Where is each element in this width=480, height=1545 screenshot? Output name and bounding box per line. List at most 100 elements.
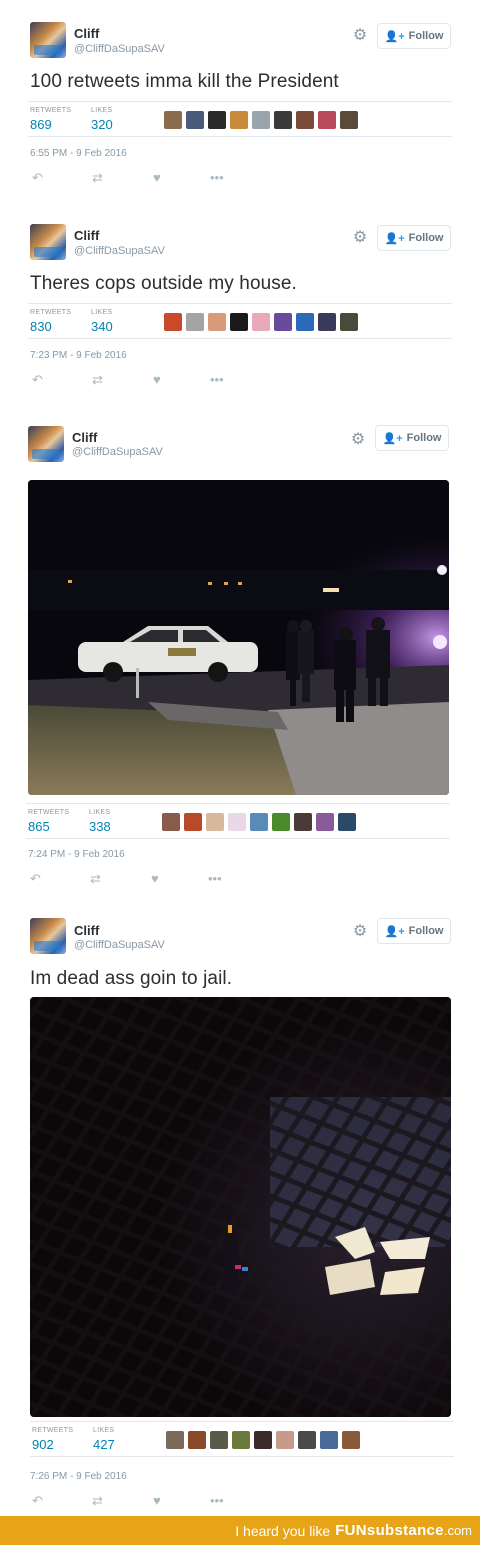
tweet-photo[interactable] [30,997,451,1417]
tweet-timestamp[interactable]: 6:55 PM - 9 Feb 2016 [30,148,127,159]
follow-button[interactable]: 👤+ Follow [377,23,451,49]
liker-avatar[interactable] [186,313,204,331]
tweet-photo[interactable] [28,480,449,795]
liker-avatar[interactable] [166,1431,184,1449]
watermark-bar: I heard you like FUNsubstance .com [0,1516,480,1545]
username[interactable]: @CliffDaSupaSAV [72,446,163,458]
liker-avatar[interactable] [164,313,182,331]
liker-avatar[interactable] [340,313,358,331]
retweet-icon[interactable]: ⇄ [92,171,103,185]
gear-icon[interactable]: ⚙ [352,230,368,246]
follow-button[interactable]: 👤+ Follow [375,425,449,451]
display-name[interactable]: Cliff [74,26,99,41]
likes-count[interactable]: 338 [89,819,111,834]
add-user-icon: 👤+ [384,232,405,245]
liker-avatar[interactable] [318,313,336,331]
more-icon[interactable]: ••• [210,373,224,387]
heart-icon[interactable]: ♥ [153,1494,161,1508]
liker-avatar[interactable] [210,1431,228,1449]
avatar[interactable] [30,22,66,58]
display-name[interactable]: Cliff [74,228,99,243]
liker-avatar[interactable] [186,111,204,129]
liker-avatar[interactable] [274,313,292,331]
liker-avatar[interactable] [274,111,292,129]
follow-button[interactable]: 👤+ Follow [377,225,451,251]
tweet-text: Im dead ass goin to jail. [30,968,233,989]
liker-avatars [162,813,356,831]
tweet-stats: RETWEETS 869 LIKES 320 [28,101,452,137]
likes-count[interactable]: 427 [93,1437,115,1452]
username[interactable]: @CliffDaSupaSAV [74,245,165,257]
reply-icon[interactable]: ↶ [32,171,43,185]
tweet-stats: RETWEETS 865 LIKES 338 [26,803,450,839]
liker-avatar[interactable] [318,111,336,129]
heart-icon[interactable]: ♥ [153,373,161,387]
likes-label: LIKES [93,1427,115,1434]
follow-button[interactable]: 👤+ Follow [377,918,451,944]
retweets-count[interactable]: 869 [30,117,52,132]
reply-icon[interactable]: ↶ [30,872,41,886]
liker-avatar[interactable] [342,1431,360,1449]
reply-icon[interactable]: ↶ [32,1494,43,1508]
likes-count[interactable]: 320 [91,117,113,132]
reply-icon[interactable]: ↶ [32,373,43,387]
heart-icon[interactable]: ♥ [153,171,161,185]
display-name[interactable]: Cliff [74,923,99,938]
retweet-icon[interactable]: ⇄ [90,872,101,886]
add-user-icon: 👤+ [384,30,405,43]
more-icon[interactable]: ••• [208,872,222,886]
username[interactable]: @CliffDaSupaSAV [74,939,165,951]
liker-avatar[interactable] [296,313,314,331]
gear-icon[interactable]: ⚙ [352,28,368,44]
liker-avatar[interactable] [162,813,180,831]
liker-avatars [166,1431,360,1449]
retweet-icon[interactable]: ⇄ [92,1494,103,1508]
liker-avatar[interactable] [254,1431,272,1449]
liker-avatar[interactable] [206,813,224,831]
avatar[interactable] [28,426,64,462]
liker-avatar[interactable] [272,813,290,831]
watermark-domain: .com [443,1523,472,1538]
tweet-timestamp[interactable]: 7:23 PM - 9 Feb 2016 [30,350,127,361]
liker-avatar[interactable] [208,313,226,331]
display-name[interactable]: Cliff [72,430,97,445]
avatar[interactable] [30,918,66,954]
tweet-timestamp[interactable]: 7:24 PM - 9 Feb 2016 [28,849,125,860]
retweets-count[interactable]: 830 [30,319,52,334]
liker-avatar[interactable] [340,111,358,129]
more-icon[interactable]: ••• [210,1494,224,1508]
likes-label: LIKES [91,107,113,114]
tweet-text: 100 retweets imma kill the President [30,71,339,92]
liker-avatar[interactable] [298,1431,316,1449]
liker-avatar[interactable] [276,1431,294,1449]
liker-avatar[interactable] [252,313,270,331]
retweets-count[interactable]: 865 [28,819,50,834]
liker-avatar[interactable] [296,111,314,129]
liker-avatar[interactable] [252,111,270,129]
liker-avatar[interactable] [250,813,268,831]
retweet-icon[interactable]: ⇄ [92,373,103,387]
avatar[interactable] [30,224,66,260]
gear-icon[interactable]: ⚙ [350,432,366,448]
tweet-timestamp[interactable]: 7:26 PM - 9 Feb 2016 [30,1471,127,1482]
likes-count[interactable]: 340 [91,319,113,334]
retweets-count[interactable]: 902 [32,1437,54,1452]
liker-avatar[interactable] [208,111,226,129]
liker-avatar[interactable] [320,1431,338,1449]
liker-avatar[interactable] [184,813,202,831]
liker-avatar[interactable] [188,1431,206,1449]
liker-avatar[interactable] [338,813,356,831]
username[interactable]: @CliffDaSupaSAV [74,43,165,55]
liker-avatar[interactable] [228,813,246,831]
liker-avatar[interactable] [294,813,312,831]
tweet-stats: RETWEETS 902 LIKES 427 [30,1421,454,1457]
liker-avatar[interactable] [230,111,248,129]
liker-avatar[interactable] [230,313,248,331]
liker-avatar[interactable] [316,813,334,831]
more-icon[interactable]: ••• [210,171,224,185]
gear-icon[interactable]: ⚙ [352,924,368,940]
liker-avatars [164,313,358,331]
liker-avatar[interactable] [232,1431,250,1449]
liker-avatar[interactable] [164,111,182,129]
heart-icon[interactable]: ♥ [151,872,159,886]
